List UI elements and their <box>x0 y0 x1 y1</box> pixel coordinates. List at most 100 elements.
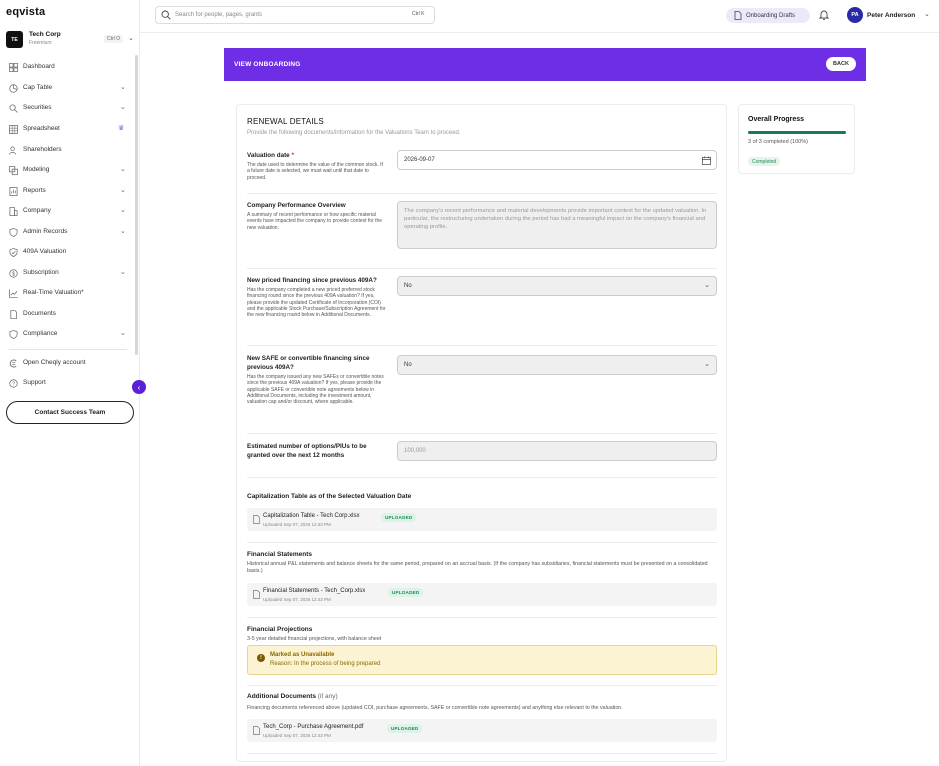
chevron-down-icon: ⌄ <box>128 35 134 42</box>
search-shortcut: Ctrl K <box>412 11 425 17</box>
chevron-down-icon: ⌄ <box>120 187 126 194</box>
label-text: Valuation date <box>247 152 290 159</box>
safe-financing-value: No <box>404 362 412 368</box>
safe-financing-desc: Has the company issued any new SAFEs or … <box>247 374 384 406</box>
financial-projections-title: Financial Projections <box>247 626 313 633</box>
file-meta: Uploaded Sep 07, 2026 12:43 PM <box>263 522 331 527</box>
sidebar-item-reports[interactable]: Reports ⌄ <box>0 183 135 199</box>
options-placeholder: 100,000 <box>404 448 426 454</box>
search-icon <box>161 10 171 20</box>
divider <box>247 685 717 686</box>
file-name: Capitalization Table - Tech Corp.xlsx <box>263 513 360 519</box>
uploaded-badge: UPLOADED <box>388 588 424 597</box>
file-icon <box>253 515 260 524</box>
divider <box>247 477 717 478</box>
financial-projections-desc: 3-5 year detailed financial projections,… <box>247 636 382 642</box>
users-icon <box>9 146 17 155</box>
chevron-down-icon: ⌄ <box>120 207 126 214</box>
info-icon: ! <box>257 654 265 662</box>
performance-textarea[interactable]: The company's recent performance and mat… <box>397 201 717 249</box>
financial-statements-title: Financial Statements <box>247 551 313 558</box>
progress-title: Overall Progress <box>748 116 805 123</box>
chevron-down-icon: ⌄ <box>120 269 126 276</box>
chevron-down-icon: ⌄ <box>120 330 126 337</box>
top-header: Search for people, pages, grants Ctrl K … <box>140 0 939 33</box>
cap-table-file[interactable]: Capitalization Table - Tech Corp.xlsx UP… <box>247 508 717 531</box>
uploaded-badge: UPLOADED <box>381 513 417 522</box>
title-suffix: (if any) <box>317 693 338 700</box>
contact-success-team-button[interactable]: Contact Success Team <box>6 401 134 424</box>
sidebar-item-support[interactable]: ? Support <box>0 375 135 391</box>
performance-desc: A summary of recent performance or how s… <box>247 212 383 231</box>
divider <box>247 193 717 194</box>
sidebar-item-compliance[interactable]: Compliance ⌄ <box>0 326 135 342</box>
app-logo[interactable]: eqvista <box>6 6 45 18</box>
chevron-down-icon: ⌄ <box>704 361 710 368</box>
sidebar-item-securities[interactable]: Securities ⌄ <box>0 100 135 116</box>
modeling-icon <box>9 166 18 175</box>
divider <box>247 268 717 269</box>
collapse-sidebar-button[interactable]: ‹ <box>132 380 146 394</box>
file-icon <box>253 590 260 599</box>
form-title: RENEWAL DETAILS <box>247 117 324 126</box>
company-shortcut: Ctrl O <box>104 35 124 43</box>
chevron-down-icon: ⌄ <box>120 166 126 173</box>
sidebar-item-modeling[interactable]: Modeling ⌄ <box>0 162 135 178</box>
financial-statements-desc: Historical annual P&L statements and bal… <box>247 561 708 574</box>
sidebar-item-open-cheqly[interactable]: Open Cheqly account <box>0 355 135 371</box>
sidebar-item-label: Shareholders <box>23 146 62 153</box>
priced-financing-label: New priced financing since previous 409A… <box>247 277 377 284</box>
sidebar-item-label: Cap Table <box>23 84 53 91</box>
calendar-icon[interactable] <box>702 156 711 165</box>
options-label: Estimated number of options/PIUs to be g… <box>247 443 367 459</box>
file-icon <box>253 726 260 735</box>
unavailable-notice: ! Marked as Unavailable Reason: In the p… <box>247 645 717 675</box>
sidebar-item-label: Open Cheqly account <box>23 359 86 366</box>
sidebar-item-subscription[interactable]: $ Subscription ⌄ <box>0 265 135 281</box>
chevron-down-icon[interactable]: ⌄ <box>924 10 930 18</box>
sidebar-item-shareholders[interactable]: Shareholders <box>0 142 135 158</box>
company-switcher[interactable]: TE Tech Corp Freemium Ctrl O ⌄ <box>6 31 134 48</box>
valuation-date-input[interactable]: 2026-09-07 <box>397 150 717 170</box>
trend-icon <box>9 289 18 298</box>
grid-icon <box>9 125 18 134</box>
sidebar-item-label: Admin Records <box>23 228 68 235</box>
chevron-down-icon: ⌄ <box>120 228 126 235</box>
user-avatar[interactable]: PA <box>847 7 863 23</box>
search-input[interactable]: Search for people, pages, grants Ctrl K <box>155 6 435 24</box>
sidebar-item-real-time-valuation[interactable]: Real-Time Valuation* <box>0 285 135 301</box>
back-button[interactable]: BACK <box>826 57 856 71</box>
bell-icon[interactable] <box>819 9 829 21</box>
sidebar-scrollbar[interactable] <box>135 55 138 355</box>
sidebar-item-dashboard[interactable]: Dashboard <box>0 59 135 75</box>
safe-financing-select[interactable]: No ⌄ <box>397 355 717 375</box>
priced-financing-select[interactable]: No ⌄ <box>397 276 717 296</box>
additional-documents-file[interactable]: Tech_Corp - Purchase Agreement.pdf UPLOA… <box>247 719 717 742</box>
sidebar-item-admin-records[interactable]: Admin Records ⌄ <box>0 224 135 240</box>
sidebar-item-documents[interactable]: Documents <box>0 306 135 322</box>
file-name: Financial Statements - Tech_Corp.xlsx <box>263 588 366 594</box>
onboarding-drafts-button[interactable]: Onboarding Drafts <box>726 8 810 23</box>
dashboard-icon <box>9 63 18 72</box>
divider <box>247 542 717 543</box>
sidebar-item-409a-valuation[interactable]: 409A Valuation <box>0 244 135 260</box>
file-name: Tech_Corp - Purchase Agreement.pdf <box>263 724 364 730</box>
cap-table-title: Capitalization Table as of the Selected … <box>247 493 412 500</box>
sidebar-item-spreadsheet[interactable]: Spreadsheet ♛ <box>0 121 135 137</box>
financial-statements-file[interactable]: Financial Statements - Tech_Corp.xlsx UP… <box>247 583 717 606</box>
user-name[interactable]: Peter Anderson <box>867 12 915 19</box>
sidebar-item-label: Support <box>23 379 46 386</box>
company-avatar: TE <box>6 31 23 48</box>
priced-financing-desc: Has the company completed a new priced p… <box>247 287 386 319</box>
report-icon <box>9 187 18 196</box>
performance-placeholder: The company's recent performance and mat… <box>404 208 707 231</box>
banner-title: VIEW ONBOARDING <box>234 61 301 68</box>
divider <box>247 433 717 434</box>
options-input[interactable]: 100,000 <box>397 441 717 461</box>
sidebar-item-label: Compliance <box>23 330 58 337</box>
view-onboarding-banner: VIEW ONBOARDING BACK <box>224 48 866 81</box>
file-meta: Uploaded Sep 07, 2026 12:43 PM <box>263 733 331 738</box>
file-meta: Uploaded Sep 07, 2026 12:43 PM <box>263 597 331 602</box>
sidebar-item-company[interactable]: Company ⌄ <box>0 203 135 219</box>
sidebar-item-cap-table[interactable]: Cap Table ⌄ <box>0 80 135 96</box>
